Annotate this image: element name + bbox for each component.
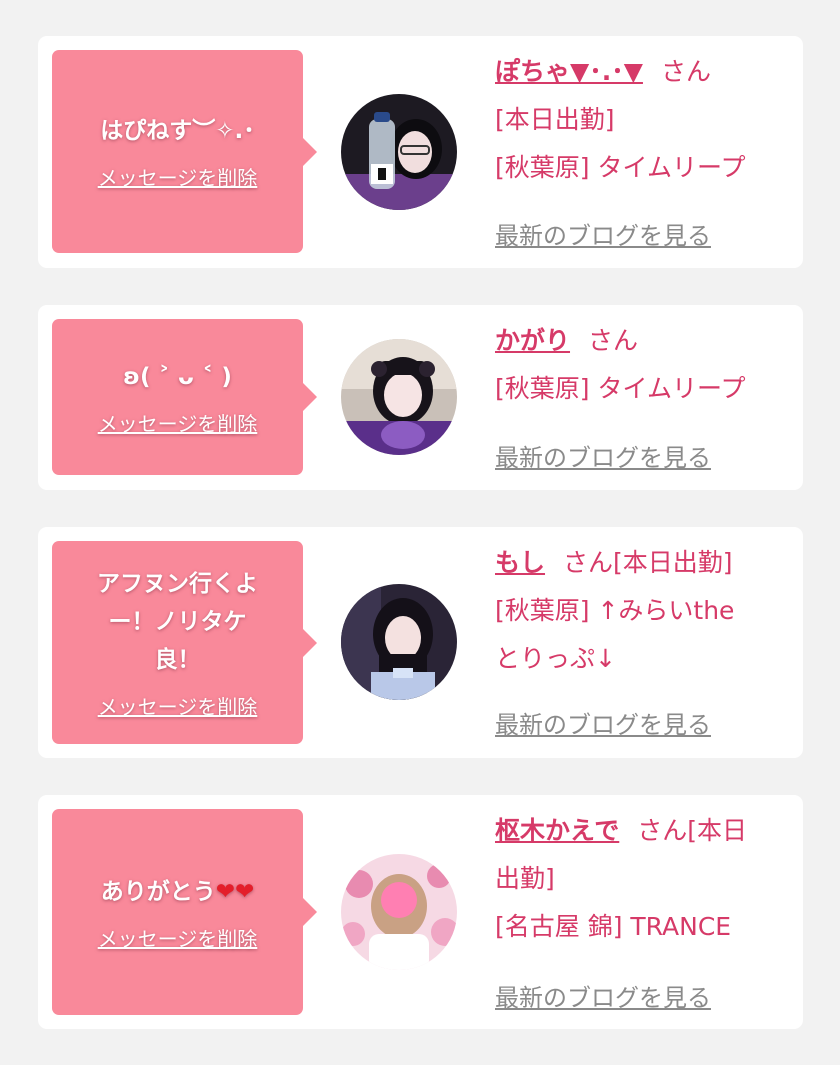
cast-name-link[interactable]: ぽちゃ▼･.･▼ bbox=[495, 57, 643, 86]
honorific-and-status: さん[本日出勤] bbox=[563, 548, 733, 577]
message-text: ありがとう❤❤ bbox=[83, 873, 273, 911]
cast-info: もし さん[本日出勤] [秋葉原] ↑みらいthe とりっぷ↓ bbox=[495, 539, 795, 683]
avatar[interactable] bbox=[341, 339, 457, 455]
honorific: さん bbox=[588, 326, 639, 355]
shop-location: [秋葉原] タイムリープ bbox=[495, 374, 746, 403]
avatar[interactable] bbox=[341, 584, 457, 700]
shop-location: [秋葉原] ↑みらいthe bbox=[495, 596, 735, 625]
honorific-and-status: さん[本日 bbox=[637, 816, 748, 845]
delete-message-link[interactable]: メッセージを削除 bbox=[98, 162, 258, 191]
message-card: ありがとう❤❤ メッセージを削除 枢木かえで さん[本日 出勤] [名古屋 錦] … bbox=[38, 795, 803, 1029]
message-text: ʚ( ˃ ᴗ ˂ ) bbox=[123, 363, 232, 390]
delete-message-link[interactable]: メッセージを削除 bbox=[98, 923, 258, 952]
delete-message-link[interactable]: メッセージを削除 bbox=[98, 408, 258, 437]
latest-blog-link[interactable]: 最新のブログを見る bbox=[495, 978, 711, 1013]
cast-info: ぽちゃ▼･.･▼ さん [本日出勤] [秋葉原] タイムリープ bbox=[495, 48, 795, 192]
message-bubble: アフヌン行くよー！ノリタケ良！ メッセージを削除 bbox=[52, 541, 317, 744]
latest-blog-link[interactable]: 最新のブログを見る bbox=[495, 705, 711, 740]
message-text: アフヌン行くよー！ノリタケ良！ bbox=[97, 571, 258, 673]
cast-info: 枢木かえで さん[本日 出勤] [名古屋 錦] TRANCE bbox=[495, 807, 795, 951]
avatar[interactable] bbox=[341, 854, 457, 970]
cast-name-link[interactable]: 枢木かえで bbox=[495, 816, 619, 845]
delete-message-link[interactable]: メッセージを削除 bbox=[98, 691, 258, 720]
cast-info: かがり さん [秋葉原] タイムリープ bbox=[495, 317, 795, 413]
work-status-cont: 出勤] bbox=[495, 864, 555, 893]
message-text: はぴねす︶✧.･ bbox=[100, 118, 255, 144]
message-bubble: ʚ( ˃ ᴗ ˂ ) メッセージを削除 bbox=[52, 319, 317, 475]
honorific: さん bbox=[660, 57, 711, 86]
avatar[interactable] bbox=[341, 94, 457, 210]
latest-blog-link[interactable]: 最新のブログを見る bbox=[495, 216, 711, 251]
message-text-main: ありがとう bbox=[100, 878, 216, 905]
work-status: [本日出勤] bbox=[495, 105, 615, 134]
message-bubble: ありがとう❤❤ メッセージを削除 bbox=[52, 809, 317, 1015]
message-card: ʚ( ˃ ᴗ ˂ ) メッセージを削除 かがり さん [秋葉原] タイムリープ 最… bbox=[38, 305, 803, 490]
message-card: アフヌン行くよー！ノリタケ良！ メッセージを削除 もし さん[本日出勤] [秋葉原… bbox=[38, 527, 803, 758]
shop-location: [名古屋 錦] TRANCE bbox=[495, 912, 732, 941]
shop-location: [秋葉原] タイムリープ bbox=[495, 153, 746, 182]
latest-blog-link[interactable]: 最新のブログを見る bbox=[495, 438, 711, 473]
message-card: はぴねす︶✧.･ メッセージを削除 ぽちゃ▼･.･▼ さん [本日出勤] [秋葉原… bbox=[38, 36, 803, 268]
cast-name-link[interactable]: かがり bbox=[495, 326, 570, 355]
message-bubble: はぴねす︶✧.･ メッセージを削除 bbox=[52, 50, 317, 253]
cast-name-link[interactable]: もし bbox=[495, 548, 545, 577]
heart-icon: ❤❤ bbox=[215, 878, 255, 905]
shop-location-cont: とりっぷ↓ bbox=[495, 644, 616, 673]
